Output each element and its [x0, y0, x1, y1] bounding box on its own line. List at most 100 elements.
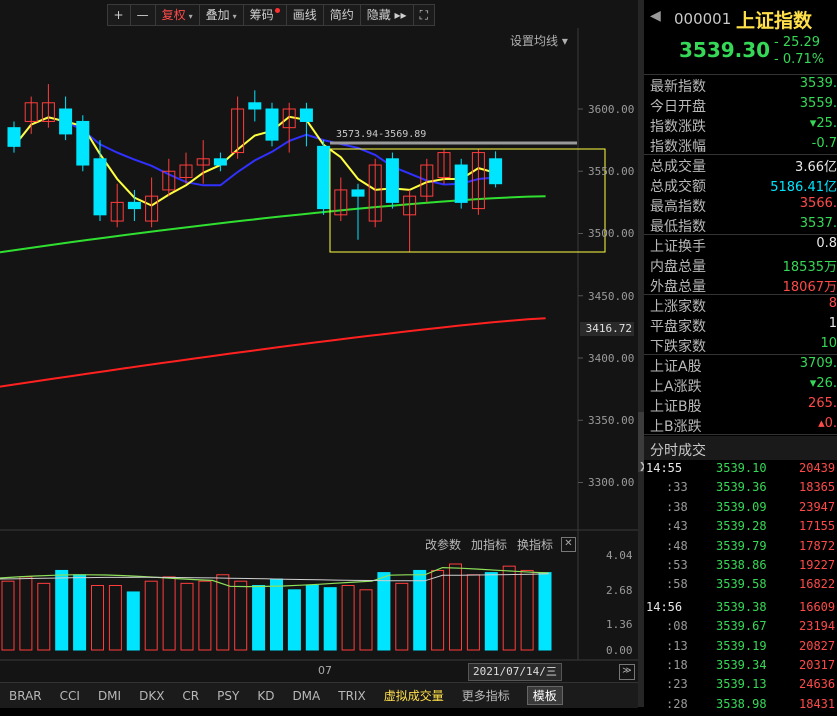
- tick-time: :58: [666, 577, 688, 592]
- indicator-tab[interactable]: DMI: [89, 689, 130, 703]
- candle-body: [213, 158, 227, 166]
- quote-label: 平盘家数: [650, 319, 706, 335]
- toolbar-label: 隐藏 ▸▸: [366, 8, 407, 22]
- indicator-tab[interactable]: PSY: [208, 689, 248, 703]
- candle-body: [59, 108, 73, 135]
- quote-row: 内盘总量 18535万: [644, 254, 837, 275]
- quote-label: 今日开盘: [650, 99, 706, 115]
- indicator-tab[interactable]: DKX: [130, 689, 173, 703]
- volume-bar: [162, 576, 176, 651]
- tick-time: :33: [666, 480, 688, 495]
- quote-value: 10: [820, 336, 837, 351]
- candle-body: [489, 158, 503, 185]
- y-tick-label: 3300.00: [588, 476, 635, 489]
- volume-bar: [180, 582, 194, 651]
- indicator-tab[interactable]: DMA: [283, 689, 329, 703]
- fullscreen-icon[interactable]: ⛶: [412, 4, 435, 26]
- divider: [644, 434, 837, 435]
- edit-params-button[interactable]: 改参数: [425, 536, 461, 553]
- draw-line-button[interactable]: 画线: [285, 4, 324, 26]
- candle-body: [265, 108, 279, 141]
- indicator-tab[interactable]: 虚拟成交量: [375, 687, 453, 704]
- quote-label: 总成交量: [650, 159, 706, 175]
- chips-button[interactable]: 筹码: [242, 4, 287, 26]
- back-arrow-icon[interactable]: ◀: [650, 8, 661, 24]
- quote-value: 18535万: [782, 260, 837, 275]
- quote-label: 上涨家数: [650, 299, 706, 315]
- quote-label: 上A涨跌: [650, 379, 702, 395]
- date-flag: 2021/07/14/三: [468, 663, 562, 681]
- candlestick-chart[interactable]: [0, 0, 638, 707]
- volume-bar: [484, 572, 498, 651]
- close-icon[interactable]: ✕: [561, 537, 576, 552]
- ma-settings-button[interactable]: 设置均线 ▾: [510, 32, 568, 49]
- divider: [644, 74, 837, 75]
- volume-tick-label: 0.00: [606, 644, 633, 657]
- tick-row: :13 3539.19 20827: [644, 639, 837, 658]
- volume-tick-label: 1.36: [606, 618, 633, 631]
- tick-volume: 24636: [799, 677, 836, 692]
- ma-line-red: [0, 317, 546, 388]
- x-axis-month-label: 07: [318, 664, 332, 677]
- indicator-tab[interactable]: KD: [248, 689, 283, 703]
- tick-price: 3539.36: [716, 480, 767, 495]
- indicator-tab[interactable]: CCI: [51, 689, 89, 703]
- range-annotation: 3573.94-3569.89: [336, 129, 427, 140]
- indicator-tab[interactable]: BRAR: [0, 689, 51, 703]
- tick-row: 14:56 3539.38 16609: [644, 600, 837, 619]
- volume-bar: [466, 574, 480, 651]
- hide-button[interactable]: 隐藏 ▸▸: [359, 4, 414, 26]
- quote-value: -0.7: [811, 136, 837, 151]
- volume-bar: [341, 585, 355, 651]
- tick-price: 3539.67: [716, 619, 767, 634]
- tick-time: :48: [666, 538, 688, 553]
- tick-list-header[interactable]: 分时成交: [644, 436, 837, 460]
- candle-body: [127, 201, 141, 210]
- price-change: - 25.29: [774, 35, 821, 50]
- zoom-out-button[interactable]: —: [129, 4, 156, 26]
- zoom-in-button[interactable]: +: [106, 4, 131, 26]
- quote-label: 最低指数: [650, 219, 706, 235]
- double-chevron-right-icon[interactable]: ≫: [619, 664, 635, 680]
- indicator-tab[interactable]: TRIX: [329, 689, 374, 703]
- price-change-pct: - 0.71%: [774, 52, 825, 67]
- stock-name: 上证指数: [736, 10, 813, 32]
- toolbar-label: 复权: [161, 8, 186, 22]
- tick-volume: 20439: [799, 461, 836, 475]
- volume-bar: [216, 574, 230, 651]
- candle-body: [93, 158, 107, 216]
- candle-body: [385, 158, 399, 203]
- chart-area[interactable]: + — 复权 ▾ 叠加 ▾ 筹码 画线 简约 隐藏 ▸▸ ⛶ 设置均线 ▾ 3600.00 3550…: [0, 0, 638, 708]
- indicator-tab[interactable]: CR: [173, 689, 208, 703]
- volume-bar: [270, 578, 283, 651]
- tick-price: 3539.19: [716, 638, 767, 653]
- caret-down-icon: ▾: [188, 12, 193, 21]
- current-value-flag: 3416.72: [580, 322, 634, 336]
- add-indicator-button[interactable]: 加指标: [471, 536, 507, 553]
- volume-bar: [198, 580, 212, 651]
- indicator-tab[interactable]: 更多指标: [453, 687, 519, 704]
- caret-down-icon: ▾: [232, 12, 237, 21]
- volume-bar: [144, 580, 158, 651]
- y-tick-label: 3350.00: [588, 414, 635, 427]
- tick-volume: 23194: [799, 619, 836, 634]
- quote-label: 上证换手: [650, 239, 706, 255]
- chart-toolbar: + — 复权 ▾ 叠加 ▾ 筹码 画线 简约 隐藏 ▸▸ ⛶: [106, 4, 435, 26]
- overlay-dropdown[interactable]: 叠加 ▾: [198, 4, 244, 26]
- volume-bar: [91, 585, 104, 651]
- adjust-dropdown[interactable]: 复权 ▾: [154, 4, 200, 26]
- volume-bar: [1, 580, 15, 651]
- tick-row: :48 3539.79 17872: [644, 539, 837, 558]
- quote-value: 3539.: [799, 76, 837, 91]
- tick-price: 3539.58: [716, 577, 767, 592]
- tick-price: 3539.38: [716, 599, 767, 614]
- volume-tick-label: 2.68: [606, 584, 633, 597]
- tick-row: :53 3538.86 19227: [644, 558, 837, 577]
- volume-bar: [377, 572, 391, 651]
- indicator-tab[interactable]: 模板: [526, 686, 563, 705]
- switch-indicator-button[interactable]: 换指标: [517, 536, 553, 553]
- tick-time: 14:56: [646, 599, 683, 614]
- tick-volume: 16609: [799, 599, 836, 614]
- stock-code: 000001: [674, 10, 732, 28]
- simple-mode-button[interactable]: 简约: [322, 4, 361, 26]
